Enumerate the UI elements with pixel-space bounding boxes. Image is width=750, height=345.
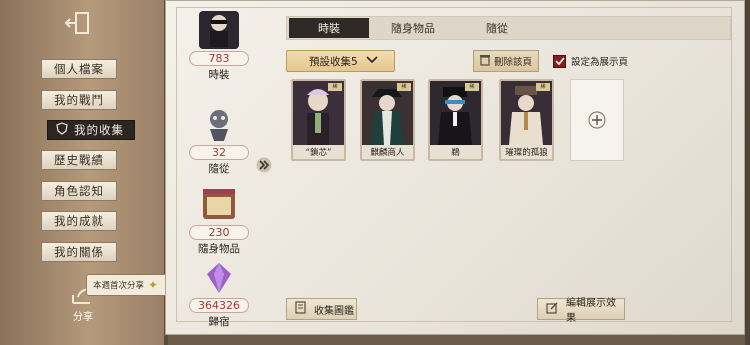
shield-icon [56, 122, 68, 138]
checkmark-icon [554, 57, 565, 65]
share-tooltip: 本週首次分享 ✦ [86, 274, 172, 296]
checkbox[interactable] [553, 54, 566, 68]
sidebar-item-collection[interactable]: 我的收集 [47, 120, 135, 140]
crystal-icon [199, 259, 239, 296]
costume-card[interactable]: 稀 “鎖芯” [291, 79, 346, 161]
set-display-toggle[interactable]: 設定為展示頁 [553, 52, 628, 70]
collection-gallery-button[interactable]: 收集圖鑑 [286, 298, 357, 320]
accessory-label: 隨身物品 [198, 243, 240, 255]
costume-thumbnail [199, 11, 239, 49]
trash-icon [479, 54, 490, 69]
delete-page-button[interactable]: 刪除該頁 [473, 50, 539, 72]
accessory-count: 230 [189, 225, 249, 240]
edit-icon [546, 302, 558, 317]
category-accessory[interactable]: 230 隨身物品 [188, 183, 250, 255]
follower-count: 32 [189, 145, 249, 160]
sidebar-item-battles[interactable]: 我的戰鬥 [41, 90, 117, 110]
edit-display-button[interactable]: 編輯展示效果 [537, 298, 625, 324]
sidebar-item-profile[interactable]: 個人檔案 [41, 59, 117, 79]
exit-door-icon[interactable] [60, 8, 94, 38]
book-icon [295, 301, 306, 317]
category-tabs: 時裝 隨身物品 隨從 [286, 16, 731, 40]
shelter-count: 364326 [189, 298, 249, 313]
costume-label: 時裝 [208, 69, 230, 81]
tab-follower[interactable]: 隨從 [457, 18, 537, 38]
tab-accessory[interactable]: 隨身物品 [373, 18, 453, 38]
sidebar-item-achievements[interactable]: 我的成就 [41, 211, 117, 231]
category-follower[interactable]: 32 隨從 [188, 105, 250, 175]
tab-costume[interactable]: 時裝 [289, 18, 369, 38]
double-chevron-right-icon [256, 157, 272, 173]
sidebar-item-relations[interactable]: 我的關係 [41, 242, 117, 262]
chevron-down-icon [366, 55, 378, 67]
expand-button[interactable] [254, 153, 274, 177]
puzzle-icon: ✦ [148, 278, 159, 292]
sidebar-item-character[interactable]: 角色認知 [41, 181, 117, 201]
add-costume-slot[interactable] [570, 79, 624, 161]
sidebar: 個人檔案 我的戰鬥 我的收集 歷史戰績 角色認知 我的成就 我的關係 分享 本週… [0, 0, 172, 345]
costume-card[interactable]: 稀 麒麟商人 [360, 79, 415, 161]
plus-circle-icon [588, 111, 606, 129]
category-costume[interactable]: 783 時裝 [188, 11, 250, 81]
follower-label: 隨從 [208, 163, 230, 175]
sidebar-item-history[interactable]: 歷史戰績 [41, 150, 117, 170]
collection-panel: 783 時裝 32 隨從 230 隨身物品 364326 歸宿 時裝 隨身物品 … [165, 0, 745, 335]
category-shelter[interactable]: 364326 歸宿 [188, 259, 250, 329]
preset-dropdown[interactable]: 預設收集5 [286, 50, 395, 72]
accessory-thumbnail [199, 183, 239, 223]
costume-count: 783 [189, 51, 249, 66]
follower-thumbnail [199, 105, 239, 143]
shelter-label: 歸宿 [208, 316, 230, 328]
costume-card[interactable]: 稀 鵜 [428, 79, 483, 161]
costume-card[interactable]: 稀 璀璨的孤狼 [499, 79, 554, 161]
